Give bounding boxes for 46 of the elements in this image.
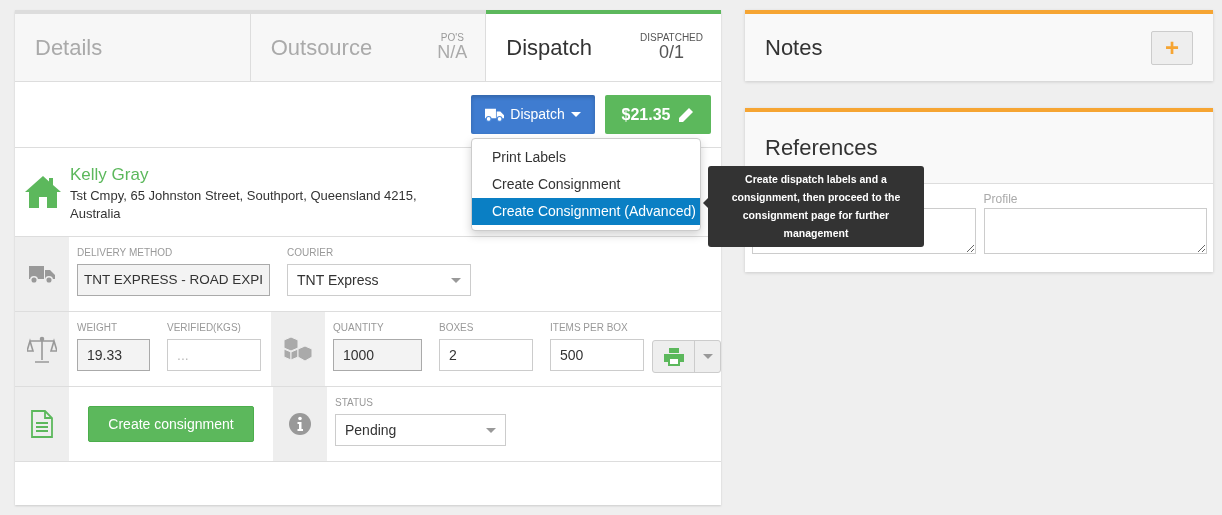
pencil-icon [678,106,695,123]
field-label: COURIER [287,246,335,260]
field-label: STATUS [335,396,374,410]
menu-item[interactable]: Create Consignment (Advanced) [472,198,700,225]
menu-item[interactable]: Create Consignment [472,171,700,198]
input-field[interactable]: 19.33 [77,339,150,371]
references-title: References [765,134,878,162]
field-label: DELIVERY METHOD [77,246,174,260]
field-label: ITEMS PER BOX [550,321,629,335]
field-label: BOXES [439,321,475,335]
caret-icon [486,427,496,433]
input-field[interactable]: 1000 [333,339,422,371]
stat-value: 0/1 [658,43,686,63]
field-label: WEIGHT [77,321,118,335]
stat-label: PO'S [439,32,465,44]
house-icon [24,175,62,209]
document-icon [31,410,53,438]
field-label: VERIFIED(KGS) [167,321,242,335]
field-label: QUANTITY [333,321,385,335]
info-icon [288,412,312,436]
print-split-button[interactable] [652,340,721,373]
tooltip: Create dispatch labels and a consignment, then proceed to the consignment page for further management [708,166,924,248]
scale-icon [27,335,57,363]
tab-label[interactable]: Dispatch [506,31,592,64]
select-field[interactable]: TNT Express [287,264,472,296]
stat-value: N/A [437,43,468,63]
stat-label: DISPATCHED [640,32,703,44]
tab[interactable]: Dispatch DISPATCHED 0/1 [486,10,721,81]
menu-item[interactable]: Print Labels [472,144,700,171]
customer-address: Tst Cmpy, 65 Johnston Street, Southport, Queensland 4215, Australia [70,187,418,223]
boxes-icon [282,336,314,362]
field-label: Profile [983,191,1019,208]
input-field[interactable]: 2 [439,339,533,371]
select-field[interactable]: Pending [335,414,506,446]
truck-icon [485,107,505,122]
printer-icon [663,347,684,366]
truck-icon [29,264,55,284]
caret-icon [570,112,581,117]
text-area[interactable] [983,208,1207,254]
input-field[interactable]: TNT EXPRESS - ROAD EXPI [77,264,271,296]
caret-icon [451,277,462,283]
notes-title: Notes [765,34,823,62]
customer-name: Kelly Gray [70,163,150,186]
dispatch-button[interactable]: Dispatch [471,95,595,134]
caret-icon [702,354,713,359]
input-field[interactable]: 500 [550,339,644,371]
